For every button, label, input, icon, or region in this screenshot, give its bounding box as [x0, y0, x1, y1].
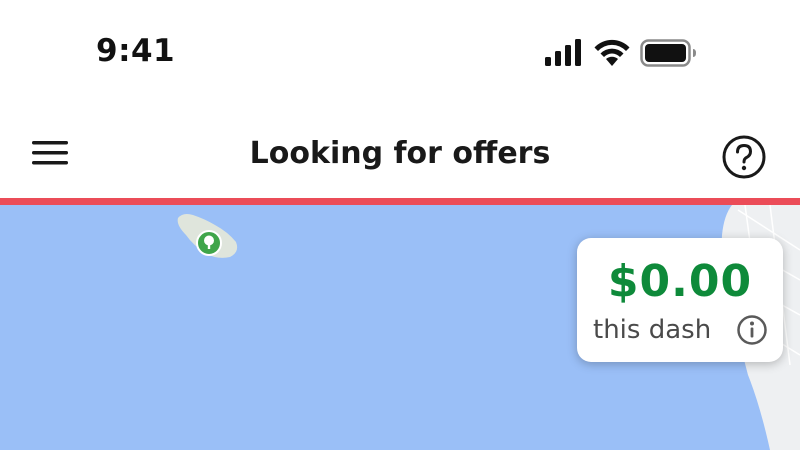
- help-button[interactable]: [720, 133, 768, 181]
- question-mark-circle-icon: [722, 135, 766, 179]
- park-tree-icon: [196, 230, 222, 256]
- page-title: Looking for offers: [249, 136, 551, 171]
- earnings-label: this dash: [593, 315, 712, 345]
- battery-icon: [640, 39, 696, 67]
- earnings-amount: $0.00: [607, 256, 753, 307]
- info-circle-icon[interactable]: [736, 314, 768, 346]
- status-bar: 9:41: [0, 0, 800, 100]
- earnings-card[interactable]: $0.00 this dash: [577, 238, 783, 362]
- app-screen: 9:41 Looking for offers $0.00 this dash: [0, 0, 800, 450]
- app-header: Looking for offers: [0, 100, 800, 198]
- status-time: 9:41: [96, 33, 176, 69]
- cellular-signal-icon: [545, 39, 581, 66]
- park-marker[interactable]: [196, 230, 222, 256]
- status-strip: [0, 198, 800, 205]
- wifi-icon: [594, 39, 630, 66]
